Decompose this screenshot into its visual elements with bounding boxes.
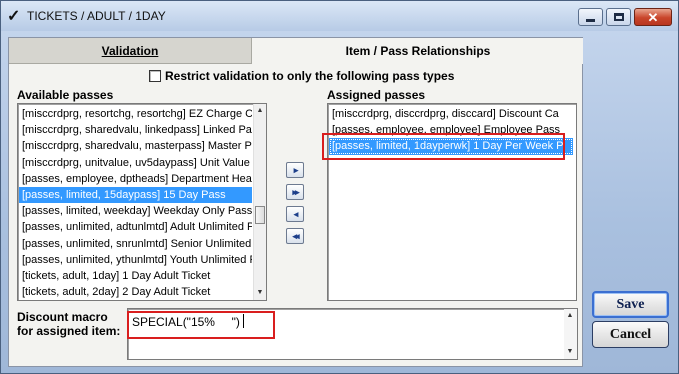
- available-pass-item[interactable]: [passes, unlimited, ythunlmtd] Youth Unl…: [19, 252, 252, 268]
- scroll-down-icon[interactable]: ▼: [564, 345, 576, 359]
- dialog-window: ✓ TICKETS / ADULT / 1DAY ✕ Validation It…: [0, 0, 679, 374]
- available-pass-item[interactable]: [tickets, adult, 1day] 1 Day Adult Ticke…: [19, 268, 252, 284]
- highlight-box-discount-macro: [127, 311, 275, 339]
- check-icon: ✓: [7, 8, 21, 25]
- available-pass-item[interactable]: [passes, unlimited, adtunlmtd] Adult Unl…: [19, 219, 252, 235]
- discount-macro-label-line2: for assigned item:: [17, 324, 121, 338]
- minimize-icon: [586, 18, 595, 22]
- maximize-button[interactable]: [606, 8, 631, 26]
- available-pass-item[interactable]: [misccrdprg, sharedvalu, masterpass] Mas…: [19, 138, 252, 154]
- available-list-scrollbar[interactable]: ▲ ▼: [253, 104, 266, 300]
- cancel-button[interactable]: Cancel: [592, 321, 669, 348]
- macro-scrollbar[interactable]: ▲ ▼: [564, 309, 577, 359]
- available-passes-list[interactable]: [misccrdprg, resortchg, resortchg] EZ Ch…: [17, 103, 267, 301]
- remove-selected-button[interactable]: ◂: [286, 206, 304, 222]
- scroll-up-icon[interactable]: ▲: [564, 309, 576, 323]
- window-title: TICKETS / ADULT / 1DAY: [27, 9, 166, 23]
- available-pass-item[interactable]: [misccrdprg, unitvalue, uv5daypass] Unit…: [19, 155, 252, 171]
- available-passes-label: Available passes: [17, 88, 114, 102]
- available-pass-item[interactable]: [misccrdprg, resortchg, resortchg] EZ Ch…: [19, 106, 252, 122]
- available-pass-item[interactable]: [passes, employee, dptheads] Department …: [19, 171, 252, 187]
- remove-all-button[interactable]: ◂◂: [286, 228, 304, 244]
- discount-macro-label-line1: Discount macro: [17, 310, 108, 324]
- minimize-button[interactable]: [578, 8, 603, 26]
- close-icon: ✕: [647, 9, 659, 25]
- available-passes-items: [misccrdprg, resortchg, resortchg] EZ Ch…: [19, 106, 252, 300]
- restrict-validation-option[interactable]: Restrict validation to only the followin…: [149, 68, 454, 84]
- restrict-validation-checkbox[interactable]: [149, 70, 161, 82]
- available-pass-item[interactable]: [tickets, adult, 2day] 2 Day Adult Ticke…: [19, 284, 252, 300]
- close-button[interactable]: ✕: [634, 8, 672, 26]
- title-bar[interactable]: ✓ TICKETS / ADULT / 1DAY ✕: [1, 1, 678, 31]
- dialog-panel: Validation Item / Pass Relationships Res…: [8, 37, 583, 367]
- assigned-pass-item[interactable]: [misccrdprg, disccrdprg, disccard] Disco…: [329, 106, 573, 122]
- assigned-passes-label: Assigned passes: [327, 88, 426, 102]
- available-pass-item[interactable]: [passes, unlimited, snrunlmtd] Senior Un…: [19, 236, 252, 252]
- highlight-box-assigned-pass: [322, 133, 565, 160]
- scroll-down-icon[interactable]: ▼: [254, 286, 266, 300]
- add-all-button[interactable]: ▸▸: [286, 184, 304, 200]
- restrict-validation-label: Restrict validation to only the followin…: [165, 69, 455, 83]
- tab-validation[interactable]: Validation: [9, 38, 252, 64]
- save-button[interactable]: Save: [592, 291, 669, 318]
- scroll-up-icon[interactable]: ▲: [254, 104, 266, 118]
- available-pass-item[interactable]: [passes, limited, weekday] Weekday Only …: [19, 203, 252, 219]
- scroll-thumb[interactable]: [255, 206, 265, 224]
- maximize-icon: [613, 13, 624, 21]
- available-pass-item[interactable]: [misccrdprg, sharedvalu, linkedpass] Lin…: [19, 122, 252, 138]
- available-pass-item[interactable]: [passes, limited, 15daypass] 15 Day Pass: [19, 186, 252, 204]
- tab-item-pass-relationships[interactable]: Item / Pass Relationships: [253, 38, 583, 64]
- discount-macro-label: Discount macro for assigned item:: [17, 310, 120, 338]
- add-selected-button[interactable]: ▸: [286, 162, 304, 178]
